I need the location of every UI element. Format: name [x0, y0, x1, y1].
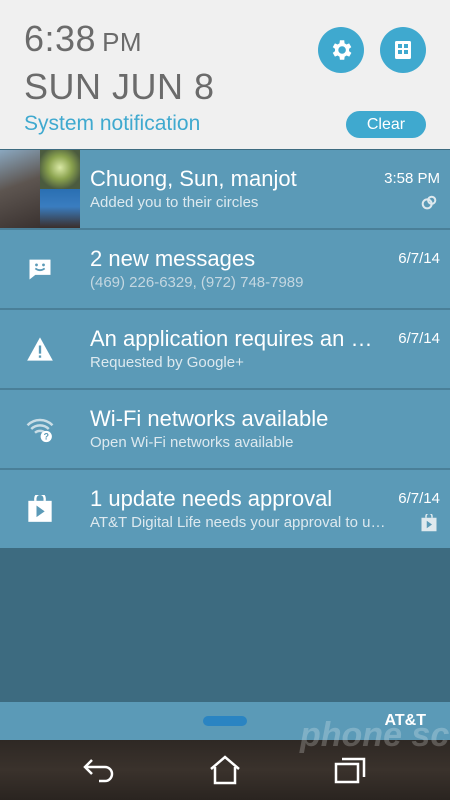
settings-button[interactable]	[318, 27, 364, 73]
drag-handle[interactable]	[203, 716, 247, 726]
home-icon	[210, 755, 240, 785]
navigation-bar: phone scoop	[0, 716, 450, 800]
section-label: System notification	[24, 112, 201, 135]
warning-icon	[16, 331, 64, 367]
clear-button[interactable]: Clear	[346, 111, 426, 138]
recent-apps-icon	[334, 757, 366, 784]
notification-subtitle: Open Wi-Fi networks available	[90, 434, 294, 451]
notification-title: 2 new messages	[90, 246, 256, 271]
notification-title: An application requires an update	[90, 326, 375, 351]
notification-list: Chuong, Sun, manjot Added you to their c…	[0, 150, 450, 550]
notification-title: Wi-Fi networks available	[90, 406, 329, 431]
recents-button[interactable]	[332, 752, 368, 788]
notification-header: 6:38 PM SUN JUN 8 System notification Cle…	[0, 0, 450, 149]
notification-subtitle: (469) 226-6329, (972) 748-7989	[90, 274, 304, 291]
notification-time: 6/7/14	[398, 330, 440, 347]
notification-item[interactable]: 2 new messages (469) 226-6329, (972) 748…	[0, 230, 450, 310]
play-store-small-icon	[421, 514, 437, 532]
clock-time: 6:38	[24, 18, 97, 59]
message-icon	[16, 251, 64, 287]
quick-settings-button[interactable]	[380, 27, 426, 73]
gear-icon	[332, 40, 352, 60]
notification-item[interactable]: 1 update needs approval AT&T Digital Lif…	[0, 470, 450, 550]
watermark: phone scoop	[300, 716, 450, 754]
notification-subtitle: AT&T Digital Life needs your approval to…	[90, 514, 390, 531]
play-store-icon	[16, 491, 64, 527]
notification-time: 6/7/14	[398, 250, 440, 267]
date-label: SUN JUN 8	[24, 66, 215, 107]
notification-subtitle: Added you to their circles	[90, 194, 259, 211]
notification-item[interactable]: Chuong, Sun, manjot Added you to their c…	[0, 150, 450, 230]
avatar	[0, 150, 40, 228]
circles-icon	[421, 195, 437, 210]
clock: 6:38 PM	[24, 18, 142, 60]
notification-item[interactable]: ? Wi-Fi networks available Open Wi-Fi ne…	[0, 390, 450, 470]
notification-item[interactable]: An application requires an update Reques…	[0, 310, 450, 390]
notification-time: 6/7/14	[398, 490, 440, 507]
notification-time: 3:58 PM	[384, 170, 440, 187]
grid-icon	[395, 41, 411, 59]
notification-subtitle: Requested by Google+	[90, 354, 244, 371]
avatar	[40, 150, 80, 189]
back-icon	[83, 759, 114, 783]
avatar	[40, 189, 80, 228]
empty-shade-area	[0, 548, 450, 702]
back-button[interactable]	[81, 752, 117, 788]
wifi-icon: ?	[16, 411, 64, 447]
notification-title: Chuong, Sun, manjot	[90, 166, 297, 191]
svg-text:?: ?	[44, 432, 49, 442]
notification-title: 1 update needs approval	[90, 486, 333, 511]
clock-ampm: PM	[102, 27, 143, 57]
home-button[interactable]	[207, 752, 243, 788]
contact-avatars	[0, 150, 80, 228]
